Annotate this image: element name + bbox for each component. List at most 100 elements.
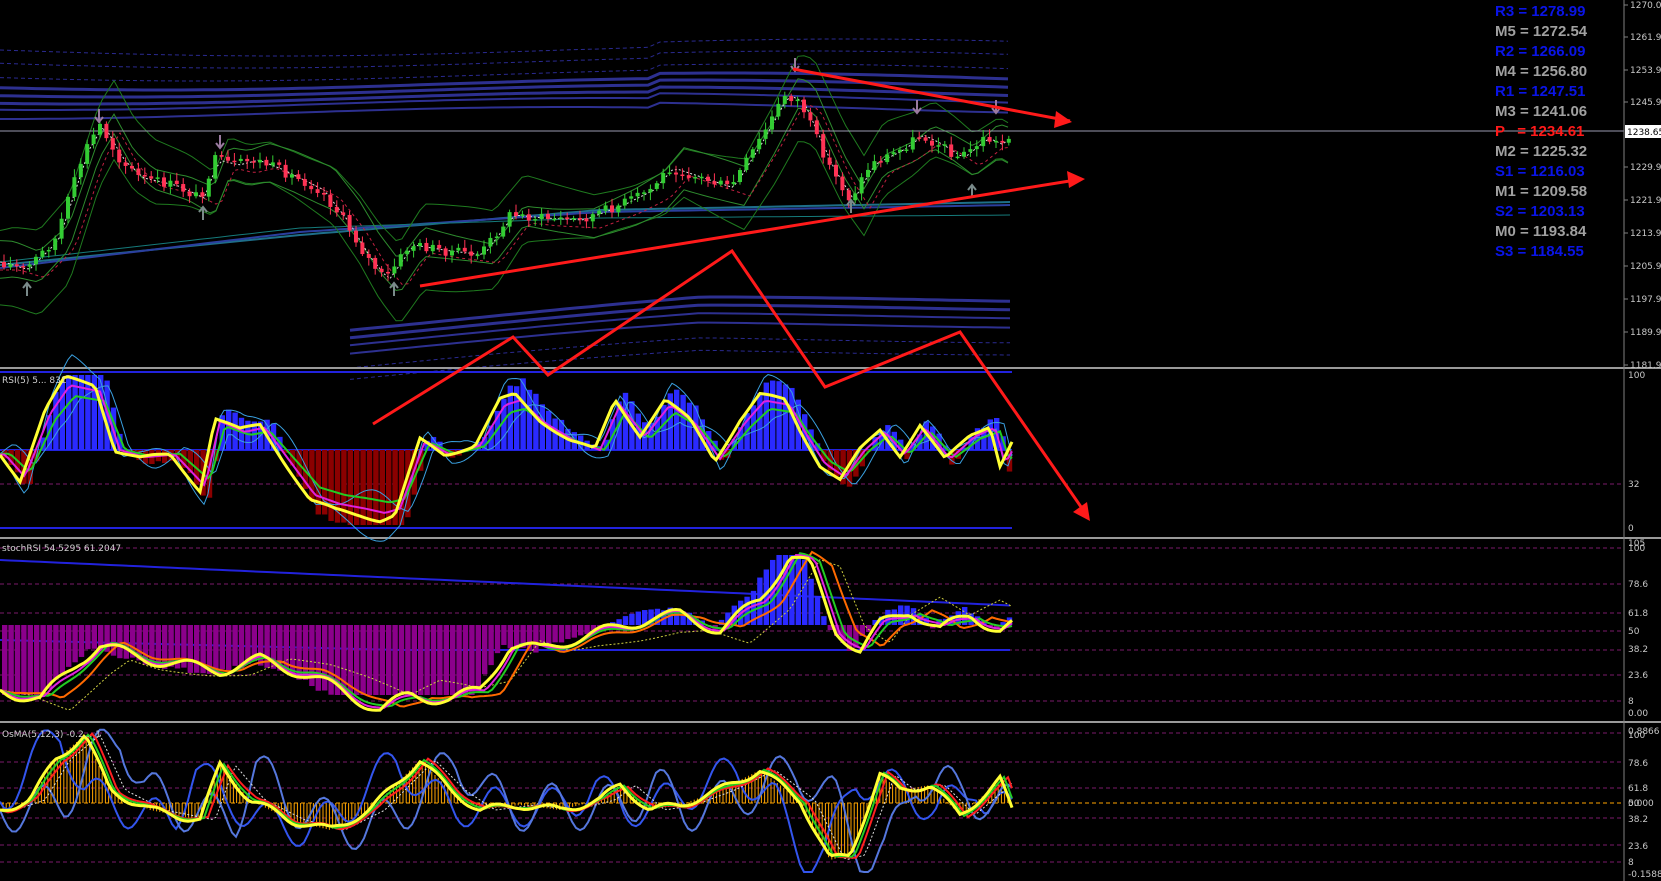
candle-body [366,254,371,258]
stoch-histogram-bar [533,625,539,653]
stoch-histogram-bar [59,625,65,674]
candle-body [526,214,531,221]
stoch-histogram-bar [366,625,373,695]
candle-body [8,264,13,268]
candle-body [277,162,282,165]
candle-body [149,176,154,179]
candle-body [290,174,294,178]
candle-body [635,192,640,197]
rsi-histogram-bar [238,417,245,450]
price-tick-label: 1197.90 [1630,295,1661,305]
stoch-tick-label: 61.8 [1628,609,1648,619]
stoch-histogram-bar [488,625,494,666]
stoch-histogram-bar [392,625,398,695]
candle-body [283,164,288,178]
candle-body [270,162,275,166]
stoch-histogram-bar [475,625,481,689]
stoch-histogram-bar [219,625,225,670]
osma-tick-label: 38.2 [1628,815,1648,825]
candle-body [917,137,922,139]
candle-body [443,248,448,256]
candle-body [155,177,160,179]
candle-body [347,214,352,231]
pivot-level-label: P = 1234.61 [1495,123,1584,140]
osma-tick-label: 8 [1628,858,1634,868]
candle-body [46,249,51,252]
stoch-histogram-bar [456,625,462,695]
stoch-histogram-bar [66,625,72,667]
price-tick-label: 1229.90 [1630,163,1661,173]
candle-body [994,140,998,143]
stoch-histogram-bar [213,625,219,672]
stoch-histogram-bar [290,625,296,676]
rsi-histogram-bar [386,450,392,525]
stoch-histogram-bar [450,625,456,695]
pivot-level-label: M0 = 1193.84 [1495,223,1587,240]
candle-body [546,213,550,219]
stoch-histogram-bar [507,625,513,649]
stoch-histogram-bar [123,625,129,659]
candle-body [642,192,646,194]
candle-body [258,159,262,163]
trading-chart[interactable]: RSI(5) 5... 831 stochRSI 54.5295 61.2047… [0,0,1661,881]
rsi-histogram-bar [782,384,789,450]
candle-body [334,206,339,213]
candle-body [405,250,410,255]
candle-body [226,156,230,161]
candle-body [309,185,314,190]
stoch-histogram-bar [226,625,232,671]
candle-body [206,178,211,197]
candle-body [200,192,205,197]
candle-body [789,96,794,102]
candle-body [898,149,902,153]
candle-body [654,183,659,189]
candle-body [1000,140,1005,143]
candle-body [469,251,474,256]
candle-body [354,230,358,243]
stoch-histogram-bar [795,555,801,625]
pivot-level-label: S2 = 1203.13 [1495,203,1585,220]
candle-body [424,242,429,252]
stoch-histogram-bar [443,625,449,695]
stoch-histogram-bar [232,625,238,666]
candle-body [802,99,806,113]
rsi-histogram-bar [360,450,366,525]
pivot-level-label: M4 = 1256.80 [1495,63,1587,80]
candle-body [981,136,986,147]
candle-body [194,192,198,197]
candle-body [706,176,710,182]
candle-body [846,190,851,201]
candle-body [891,152,896,155]
price-tick-label: 1181.90 [1630,361,1661,371]
candle-body [821,134,826,158]
candle-body [872,161,877,170]
candle-body [731,182,736,185]
candle-body [264,159,269,166]
stoch-histogram-bar [437,625,443,695]
candle-body [590,214,595,222]
stoch-histogram-bar [622,616,629,625]
candle-body [770,116,774,130]
candle-body [840,176,845,191]
candle-body [462,247,467,252]
candle-body [238,158,243,161]
stoch-histogram-bar [469,625,475,695]
pivot-level-label: M3 = 1241.06 [1495,103,1587,120]
candle-body [930,140,934,146]
candle-body [962,151,966,157]
pivot-level-label: M1 = 1209.58 [1495,183,1587,200]
osma-tick-label: 78.6 [1628,759,1648,769]
candle-body [597,210,602,215]
stoch-histogram-bar [821,616,827,625]
stoch-histogram-bar [808,578,814,625]
rsi-histogram-bar [328,450,334,521]
candle-body [514,212,518,216]
stoch-histogram-bar [546,625,552,645]
candle-body [507,212,512,227]
stoch-histogram-bar [40,625,46,694]
price-tick-label: 1245.90 [1630,98,1661,108]
candle-body [174,180,179,185]
rsi-tick-label: 32 [1628,480,1639,490]
stoch-histogram-bar [194,625,200,673]
candle-body [616,205,621,213]
